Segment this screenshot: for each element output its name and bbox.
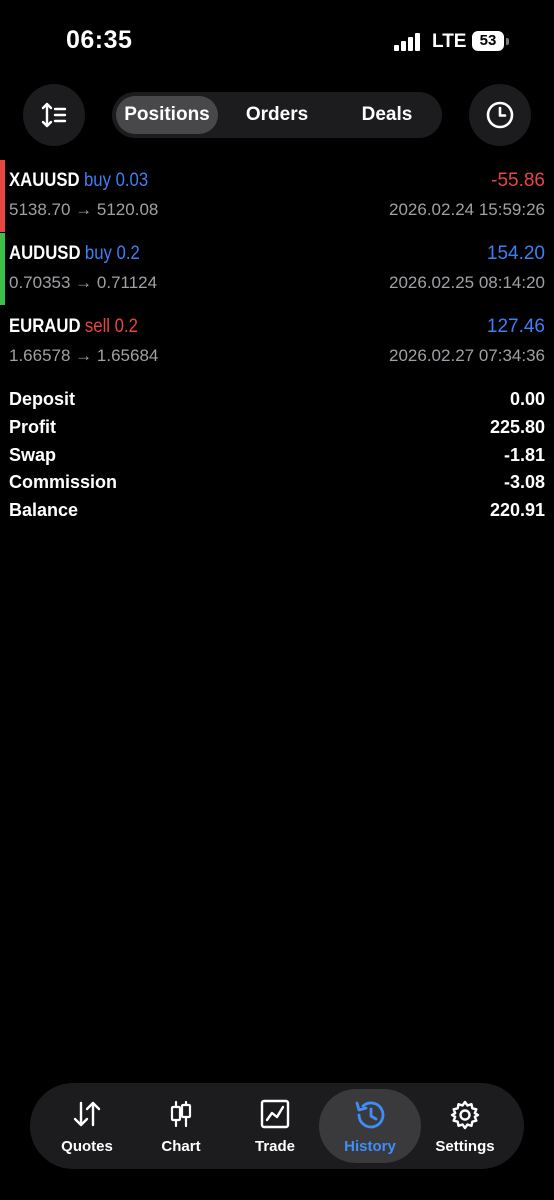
summary-commission: Commission -3.08 (0, 472, 554, 500)
tab-label: Trade (254, 1138, 296, 1155)
trade-prices: 0.70353 → 0.71124 (9, 273, 158, 292)
segmented-control: Positions Orders Deals (112, 92, 442, 138)
summary-value: -3.08 (503, 472, 545, 492)
trade-side: sell 0.2 (84, 316, 138, 337)
summary-value: 0.00 (509, 389, 545, 409)
trade-profit: -55.86 (491, 170, 545, 191)
trade-time: 2026.02.25 08:14:20 (389, 273, 545, 292)
summary-label: Deposit (9, 389, 76, 409)
trade-chart-icon (260, 1099, 290, 1129)
status-bar: 06:35 LTE 53 (0, 0, 554, 84)
candlestick-icon (170, 1100, 192, 1128)
tab-settings[interactable]: Settings (418, 1089, 512, 1163)
trade-symbol-line: EURAUD sell 0.2 (9, 316, 138, 338)
tab-label: History (344, 1138, 396, 1155)
trade-row[interactable]: AUDUSD buy 0.2 154.20 0.70353 → 0.71124 2… (0, 231, 554, 305)
history-icon (355, 1101, 385, 1129)
trade-profit: 127.46 (486, 316, 545, 337)
trade-side: buy 0.2 (84, 243, 140, 264)
trade-row[interactable]: XAUUSD buy 0.03 -55.86 5138.70 → 5120.08 … (0, 158, 554, 232)
status-bar-indicator (0, 233, 5, 305)
trade-symbol: EURAUD (9, 316, 81, 337)
trade-symbol: AUDUSD (9, 243, 81, 264)
tab-positions[interactable]: Positions (116, 96, 218, 134)
trade-symbol-line: AUDUSD buy 0.2 (9, 243, 140, 265)
battery-icon: 53 (472, 31, 504, 51)
summary-value: 220.91 (489, 500, 545, 520)
battery-tip (506, 38, 509, 45)
tab-quotes[interactable]: Quotes (40, 1089, 134, 1163)
trade-prices: 1.66578 → 1.65684 (9, 346, 159, 365)
summary-profit: Profit 225.80 (0, 417, 554, 445)
tab-orders[interactable]: Orders (226, 96, 328, 134)
summary-value: -1.81 (503, 445, 545, 465)
tab-label: Settings (435, 1138, 495, 1155)
status-bar-indicator (0, 160, 5, 232)
trade-row[interactable]: EURAUD sell 0.2 127.46 1.66578 → 1.65684 … (0, 304, 554, 376)
tab-label: Chart (161, 1138, 201, 1155)
trade-symbol: XAUUSD (9, 170, 80, 191)
summary-deposit: Deposit 0.00 (0, 389, 554, 417)
trade-profit: 154.20 (486, 243, 545, 264)
tab-deals[interactable]: Deals (336, 96, 438, 134)
trade-side: buy 0.03 (84, 170, 149, 191)
trade-time: 2026.02.24 15:59:26 (389, 200, 545, 219)
status-time: 06:35 (66, 26, 133, 54)
tab-chart[interactable]: Chart (134, 1089, 228, 1163)
bottom-tab-bar: Quotes Chart Trade History Settings (30, 1083, 524, 1169)
sort-button[interactable] (23, 84, 85, 146)
summary-label: Swap (9, 445, 57, 465)
summary-label: Commission (9, 472, 118, 492)
trade-time: 2026.02.27 07:34:36 (389, 346, 545, 365)
trade-symbol-line: XAUUSD buy 0.03 (9, 170, 148, 192)
summary-label: Balance (9, 500, 79, 520)
summary-swap: Swap -1.81 (0, 445, 554, 473)
summary-balance: Balance 220.91 (0, 500, 554, 528)
network-type: LTE (432, 31, 467, 52)
quotes-arrows-icon (73, 1101, 101, 1127)
tab-history[interactable]: History (319, 1089, 421, 1163)
tab-trade[interactable]: Trade (228, 1089, 322, 1163)
period-button[interactable] (469, 84, 531, 146)
trade-prices: 5138.70 → 5120.08 (9, 200, 159, 219)
gear-icon (450, 1100, 480, 1130)
sort-icon (41, 102, 67, 128)
clock-icon (486, 101, 514, 129)
summary-value: 225.80 (489, 417, 545, 437)
tab-label: Quotes (61, 1138, 113, 1155)
signal-icon (394, 33, 422, 51)
summary-label: Profit (9, 417, 56, 437)
